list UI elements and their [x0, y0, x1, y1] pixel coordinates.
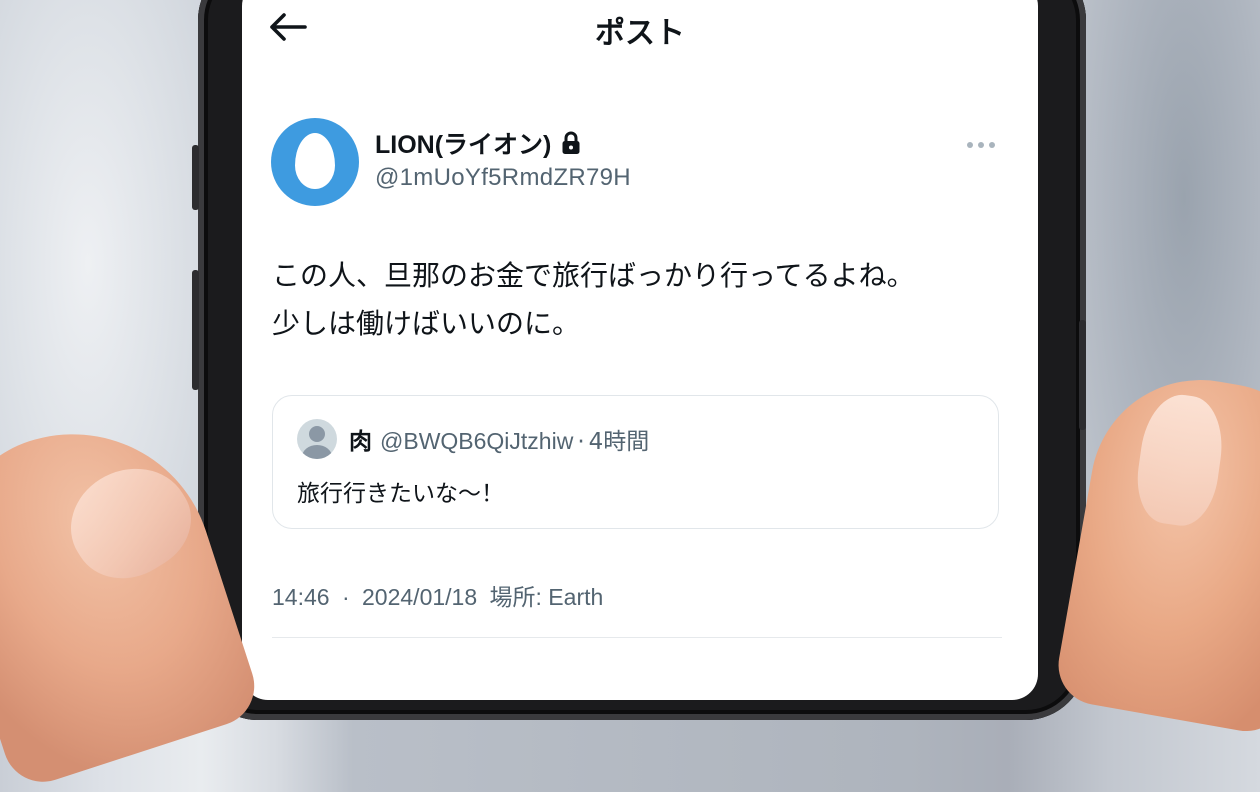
divider	[272, 637, 1002, 638]
quote-timestamp: 4時間	[588, 429, 650, 455]
quote-text: 旅行行きたいな〜！	[297, 481, 504, 507]
page-title: ポスト	[595, 16, 685, 51]
post-body: この人、旦那のお金で旅行ばっかり行ってるよね。 少しは働けばいいのに。	[272, 252, 1012, 348]
author-name-row[interactable]: LION(ライオン)	[375, 126, 581, 160]
phone-side-button	[192, 145, 199, 210]
more-horizontal-icon[interactable]	[966, 138, 996, 152]
author-handle[interactable]: @1mUoYf5RmdZR79H	[375, 164, 631, 192]
author-avatar[interactable]	[271, 118, 359, 206]
meta-separator: ·	[341, 584, 350, 610]
quote-separator: ·	[577, 429, 585, 455]
app-header: ポスト	[242, 0, 1038, 56]
post-time[interactable]: 14:46	[272, 584, 330, 610]
post-text-line: この人、旦那のお金で旅行ばっかり行ってるよね。	[272, 259, 915, 292]
default-user-icon	[302, 426, 332, 459]
post-meta: 14:46 · 2024/01/18 場所: Earth	[272, 578, 609, 612]
lock-icon	[562, 131, 580, 154]
quoted-post-card[interactable]: 肉 @BWQB6QiJtzhiw · 4時間 旅行行きたいな〜！	[272, 395, 999, 529]
post-date[interactable]: 2024/01/18	[362, 584, 477, 610]
quote-author-name: 肉	[349, 429, 372, 455]
post-text-line: 少しは働けばいいのに。	[272, 307, 581, 340]
post-location: 場所: Earth	[489, 584, 604, 610]
phone-screen: ポスト LION(ライオン) @1mUoYf5RmdZR79H この人、旦那のお…	[242, 0, 1038, 700]
quote-avatar	[297, 419, 337, 459]
phone-side-button	[1079, 320, 1086, 430]
quote-header: 肉 @BWQB6QiJtzhiw · 4時間	[349, 422, 649, 456]
quote-author-handle: @BWQB6QiJtzhiw	[380, 428, 574, 454]
phone-side-button	[192, 270, 199, 390]
author-display-name[interactable]: LION(ライオン)	[375, 125, 551, 161]
